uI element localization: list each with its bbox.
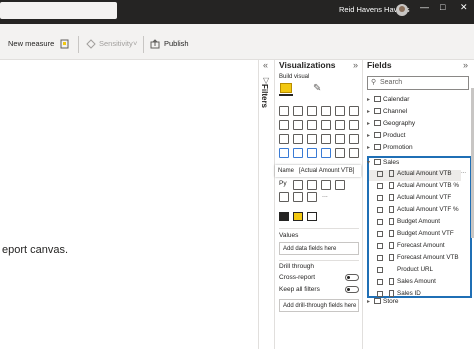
table-calendar[interactable]: ▸ Calendar	[367, 96, 409, 107]
donut-chart-icon[interactable]	[335, 134, 345, 144]
waterfall-icon[interactable]	[279, 134, 289, 144]
search-placeholder: Search	[380, 79, 403, 86]
table-channel[interactable]: ▸ Channel	[367, 108, 407, 119]
expand-chevron-icon[interactable]: «	[263, 60, 268, 70]
line-chart-icon[interactable]	[279, 120, 289, 130]
table-visual-icon	[280, 83, 292, 93]
ribbon-chart-icon[interactable]	[349, 120, 359, 130]
field-more-options-button[interactable]: ...	[461, 169, 466, 175]
map-icon[interactable]	[279, 148, 289, 158]
100-bar-icon[interactable]	[335, 106, 345, 116]
build-visual-tab[interactable]	[279, 83, 293, 96]
ribbon-divider	[78, 36, 79, 53]
field-row[interactable]: Actual Amount VTB	[369, 170, 461, 181]
ribbon: New measure Sensitivity ˅ Publish	[0, 24, 474, 60]
power-apps-icon[interactable]	[293, 192, 303, 202]
scatter-icon[interactable]	[307, 134, 317, 144]
keep-all-filters-toggle[interactable]	[345, 286, 359, 293]
area-chart-icon[interactable]	[293, 120, 303, 130]
drill-through-label: Drill through	[279, 263, 315, 270]
line-stacked-column-icon[interactable]	[335, 120, 345, 130]
line-column-icon[interactable]	[321, 120, 331, 130]
cross-report-label: Cross-report	[279, 274, 316, 281]
values-drop-zone[interactable]: Add data fields here	[279, 242, 359, 255]
format-visual-icon[interactable]: ✎	[313, 83, 321, 94]
maximize-icon[interactable]: □	[440, 2, 445, 12]
tooltip-name-value: [Actual Amount VTB]	[299, 168, 355, 174]
card-icon[interactable]	[349, 148, 359, 158]
clustered-bar-icon[interactable]	[307, 106, 317, 116]
fields-pane: Fields » ⚲ Search ▸ Calendar ▸ Channel ▸ Ge…	[363, 60, 474, 349]
fields-title: Fields	[367, 60, 392, 70]
key-influencers-icon[interactable]	[293, 180, 303, 190]
values-label: Values	[279, 232, 299, 239]
close-icon[interactable]: ✕	[460, 2, 468, 13]
filters-label: Filters	[260, 84, 269, 109]
gauge-icon[interactable]	[335, 148, 345, 158]
table-promotion[interactable]: ▸ Promotion	[367, 144, 413, 155]
filled-map-icon[interactable]	[293, 148, 303, 158]
drill-through-drop-zone[interactable]: Add drill-through fields here	[279, 299, 359, 312]
100-column-icon[interactable]	[349, 106, 359, 116]
narrative-icon[interactable]	[335, 180, 345, 190]
azure-map-icon[interactable]	[321, 148, 331, 158]
python-visual-icon[interactable]: Py	[279, 180, 287, 187]
collapse-fields-chevron-icon[interactable]: »	[463, 60, 468, 70]
publish-icon[interactable]	[150, 39, 160, 49]
decomposition-tree-icon[interactable]	[307, 180, 317, 190]
table-store[interactable]: ▸ Store	[367, 298, 399, 309]
stacked-area-icon[interactable]	[307, 120, 317, 130]
publish-button[interactable]: Publish	[164, 39, 189, 48]
clustered-column-icon[interactable]	[321, 106, 331, 116]
keep-all-filters-label: Keep all filters	[279, 286, 320, 293]
sensitivity-icon	[86, 39, 96, 49]
title-search-box[interactable]	[0, 2, 117, 19]
fields-well-tab-icon[interactable]	[279, 212, 289, 221]
title-bar: Reid Havens Havens — □ ✕	[0, 0, 474, 24]
report-canvas[interactable]: eport canvas.	[0, 60, 259, 349]
avatar[interactable]	[396, 4, 408, 16]
search-icon: ⚲	[371, 79, 377, 86]
filters-pane[interactable]: « ▽ Filters	[259, 60, 275, 349]
table-sales[interactable]: ▾ Sales	[367, 159, 399, 170]
funnel-chart-icon[interactable]	[293, 134, 303, 144]
visualizations-title: Visualizations	[279, 60, 336, 70]
table-product[interactable]: ▸ Product	[367, 132, 405, 143]
stacked-bar-icon[interactable]	[279, 106, 289, 116]
qa-visual-icon[interactable]	[321, 180, 331, 190]
pane-divider	[279, 228, 359, 229]
table-geography[interactable]: ▸ Geography	[367, 120, 415, 131]
build-visual-label: Build visual	[279, 74, 310, 80]
format-tab-icon[interactable]	[293, 212, 303, 221]
paginated-report-icon[interactable]	[279, 192, 289, 202]
power-automate-icon[interactable]	[307, 192, 317, 202]
visualizations-pane: Visualizations » Build visual ✎ Name [Ac…	[275, 60, 363, 349]
collapse-chevron-icon[interactable]: »	[353, 60, 358, 70]
treemap-icon[interactable]	[349, 134, 359, 144]
minimize-icon[interactable]: —	[420, 2, 429, 12]
stacked-column-icon[interactable]	[293, 106, 303, 116]
tooltip-name-label: Name	[278, 168, 295, 174]
pane-divider	[279, 260, 359, 261]
analytics-tab-icon[interactable]	[307, 212, 317, 221]
quick-measure-icon[interactable]	[60, 39, 70, 49]
ribbon-divider	[143, 36, 144, 53]
sensitivity-button[interactable]: Sensitivity	[99, 39, 133, 48]
fields-search-input[interactable]: ⚲ Search	[367, 76, 469, 90]
cross-report-toggle[interactable]	[345, 274, 359, 281]
field-tooltip: Name [Actual Amount VTB]	[275, 165, 361, 177]
chevron-down-icon[interactable]: ˅	[133, 39, 137, 48]
pie-chart-icon[interactable]	[321, 134, 331, 144]
shape-map-icon[interactable]	[307, 148, 317, 158]
canvas-placeholder-text: eport canvas.	[2, 244, 69, 256]
more-visuals-button[interactable]: ...	[322, 192, 328, 199]
new-measure-button[interactable]: New measure	[8, 39, 54, 48]
